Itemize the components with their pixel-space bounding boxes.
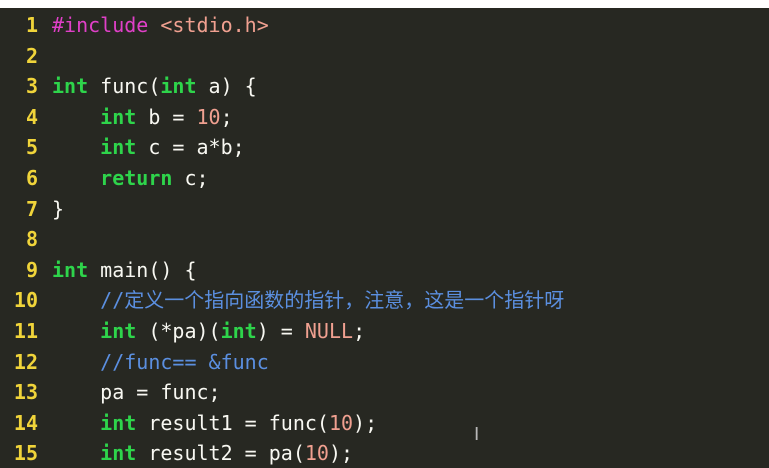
code-token: int — [52, 257, 89, 282]
code-token: result1 = func( — [136, 410, 329, 435]
code-token: 10 — [196, 104, 221, 129]
code-token: int — [52, 74, 89, 99]
code-line[interactable]: 13 pa = func; — [0, 377, 769, 408]
line-content: int result2 = pa(10); — [38, 438, 769, 468]
code-token: ) = — [256, 318, 305, 343]
code-token: 10 — [304, 441, 329, 466]
line-number: 7 — [25, 196, 38, 221]
code-line[interactable]: 4 int b = 10; — [0, 102, 769, 133]
line-content: int func(int a) { — [38, 71, 769, 102]
code-line[interactable]: 7} — [0, 194, 769, 225]
line-content: return c; — [38, 163, 769, 194]
line-number: 13 — [13, 380, 38, 405]
code-token: a) { — [196, 74, 257, 99]
line-number: 6 — [25, 165, 38, 190]
line-content: pa = func; — [38, 377, 769, 408]
code-area[interactable]: 1 #include <stdio.h> 2 3 int func(int a) {4 … — [0, 10, 769, 468]
line-number: 8 — [25, 227, 38, 252]
code-token: (*pa)( — [136, 318, 221, 343]
code-token: result2 = pa( — [136, 441, 305, 466]
line-content — [38, 224, 769, 255]
line-content — [38, 41, 769, 72]
code-token: //func== &func — [100, 349, 269, 374]
code-token: //定义一个指向函数的指针，注意，这是一个指针呀 — [100, 288, 565, 313]
code-token: ; — [220, 104, 233, 129]
code-line[interactable]: 5 int c = a*b; — [0, 132, 769, 163]
line-content: int b = 10; — [38, 102, 769, 133]
line-number: 12 — [13, 349, 38, 374]
code-token: b = — [136, 104, 197, 129]
line-content: #include <stdio.h> — [38, 10, 769, 41]
code-token: c = a*b; — [136, 135, 245, 160]
line-number: 10 — [13, 288, 38, 313]
line-number: 4 — [25, 104, 38, 129]
code-line[interactable]: 9 int main() { — [0, 255, 769, 286]
code-line[interactable]: 1 #include <stdio.h> — [0, 10, 769, 41]
code-token: ; — [353, 318, 366, 343]
line-content: //func== &func — [38, 347, 769, 378]
code-token: return — [100, 165, 173, 190]
line-content: int main() { — [38, 255, 769, 286]
code-token: int — [100, 318, 137, 343]
code-line[interactable]: 15 int result2 = pa(10); — [0, 438, 769, 468]
code-token: int — [220, 318, 257, 343]
code-token: pa = func; — [52, 380, 221, 405]
text-cursor-icon: I — [474, 424, 480, 445]
code-line[interactable]: 11 int (*pa)(int) = NULL; — [0, 316, 769, 347]
line-number: 3 — [25, 74, 38, 99]
line-content: //定义一个指向函数的指针，注意，这是一个指针呀 — [38, 285, 769, 316]
code-token: NULL — [304, 318, 354, 343]
line-content: int (*pa)(int) = NULL; — [38, 316, 769, 347]
line-content: int result1 = func(10); — [38, 408, 769, 439]
code-line[interactable]: 14 int result1 = func(10); — [0, 408, 769, 439]
line-number: 5 — [25, 135, 38, 160]
line-content: } — [38, 194, 769, 225]
code-token: #include — [52, 13, 149, 37]
code-line[interactable]: 12 //func== &func — [0, 347, 769, 378]
code-token: int — [100, 104, 137, 129]
line-number: 1 — [25, 13, 38, 37]
line-content: int c = a*b; — [38, 132, 769, 163]
code-line[interactable]: 3 int func(int a) { — [0, 71, 769, 102]
line-number: 15 — [13, 441, 38, 466]
code-token: int — [100, 135, 137, 160]
code-token: func( — [88, 74, 161, 99]
line-number: 9 — [25, 257, 38, 282]
code-line[interactable]: 6 return c; — [0, 163, 769, 194]
code-line[interactable]: 10 //定义一个指向函数的指针，注意，这是一个指针呀 — [0, 285, 769, 316]
code-token: } — [52, 196, 65, 221]
code-editor[interactable]: 1 #include <stdio.h> 2 3 int func(int a) {4 … — [0, 8, 769, 468]
code-token: int — [100, 410, 137, 435]
code-line[interactable]: 8 — [0, 224, 769, 255]
code-line[interactable]: 2 — [0, 41, 769, 72]
code-token: int — [160, 74, 197, 99]
line-number: 2 — [25, 43, 38, 68]
line-number: 14 — [13, 410, 38, 435]
code-token: ); — [328, 441, 354, 466]
code-token: <stdio.h> — [160, 13, 269, 37]
code-token: c; — [172, 165, 209, 190]
code-token: 10 — [328, 410, 354, 435]
code-token: ); — [353, 410, 378, 435]
code-token: main() { — [88, 257, 197, 282]
code-token: int — [100, 441, 137, 466]
line-number: 11 — [13, 318, 38, 343]
